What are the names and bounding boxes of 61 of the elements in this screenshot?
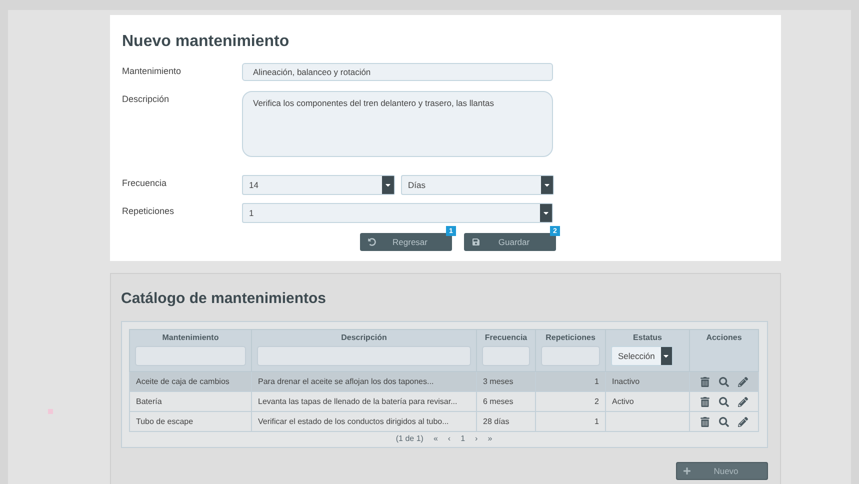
select-field[interactable]: 1 [242,203,553,223]
caret-icon [662,352,670,360]
pencil-icon[interactable] [738,396,748,406]
table-cell: Para drenar el aceite se aflojan los dos tapones... [252,372,476,392]
column-title: Estatus [632,333,663,342]
page-summary: (1 de 1) [396,434,424,443]
caret-icon [543,181,551,189]
table-cell: Batería [130,392,252,412]
table-cell: 1 [536,372,606,392]
trash-icon[interactable] [700,416,710,426]
save-button[interactable]: Guardar [464,233,556,251]
filter-field[interactable] [482,346,530,366]
column-title: Repeticiones [544,333,596,342]
plus-icon [683,467,691,475]
table-cell: 2 [536,392,606,412]
table-cell: 1 [536,412,606,432]
table-cell: 28 días [476,412,536,432]
floppy-icon [472,238,480,246]
previous-page-link[interactable]: ‹ [448,434,451,443]
filter-field[interactable] [257,346,471,366]
search-icon[interactable] [719,396,729,406]
column-title: Acciones [705,333,743,342]
catalog-title: Catálogo de mantenimientos [121,290,328,307]
field-label: Mantenimiento [122,65,182,76]
undo-arrow-icon [368,238,376,246]
field-label: Descripción [122,93,170,104]
trash-icon[interactable] [700,376,710,386]
column-title: Descripción [340,333,388,342]
filter-select[interactable]: Selección [611,346,673,366]
field-label: Repeticiones [122,205,176,216]
page-link[interactable]: 1 [460,434,466,443]
table-cell: Activo [606,392,690,412]
caret-icon [384,181,392,189]
caret-icon [542,209,550,217]
first-page-link[interactable]: « [433,434,438,443]
back-button[interactable]: Regresar [360,233,452,251]
new-button[interactable]: Nuevo [676,462,768,480]
table-cell: 6 meses [476,392,536,412]
textarea-field[interactable]: Verifica los componentes del tren delantero y trasero, las llantas [242,91,553,157]
column-title: Mantenimiento [161,333,220,342]
search-icon[interactable] [719,416,729,426]
pencil-icon[interactable] [738,376,748,386]
table-cell: Inactivo [606,372,690,392]
search-icon[interactable] [719,376,729,386]
field-label: Frecuencia [122,177,168,188]
trash-icon[interactable] [700,396,710,406]
form-title: Nuevo mantenimiento [122,33,290,51]
filter-field[interactable] [135,346,246,366]
filter-field[interactable] [541,346,600,366]
table-cell: Verificar el estado de los conductos dirigidos al tubo... [252,412,476,432]
select-field[interactable]: 14 [242,175,395,195]
table-cell: Tubo de escape [130,412,252,432]
table-cell: Levanta las tapas de llenado de la batería para revisar... [252,392,476,412]
table-cell: 3 meses [476,372,536,392]
input-field[interactable]: Alineación, balanceo y rotación [242,63,553,81]
table-cell: Aceite de caja de cambios [130,372,252,392]
column-title: Frecuencia [484,333,528,342]
select-field[interactable]: Días [401,175,554,195]
pencil-icon[interactable] [738,416,748,426]
next-page-link[interactable]: › [475,434,478,443]
last-page-link[interactable]: » [488,434,492,443]
